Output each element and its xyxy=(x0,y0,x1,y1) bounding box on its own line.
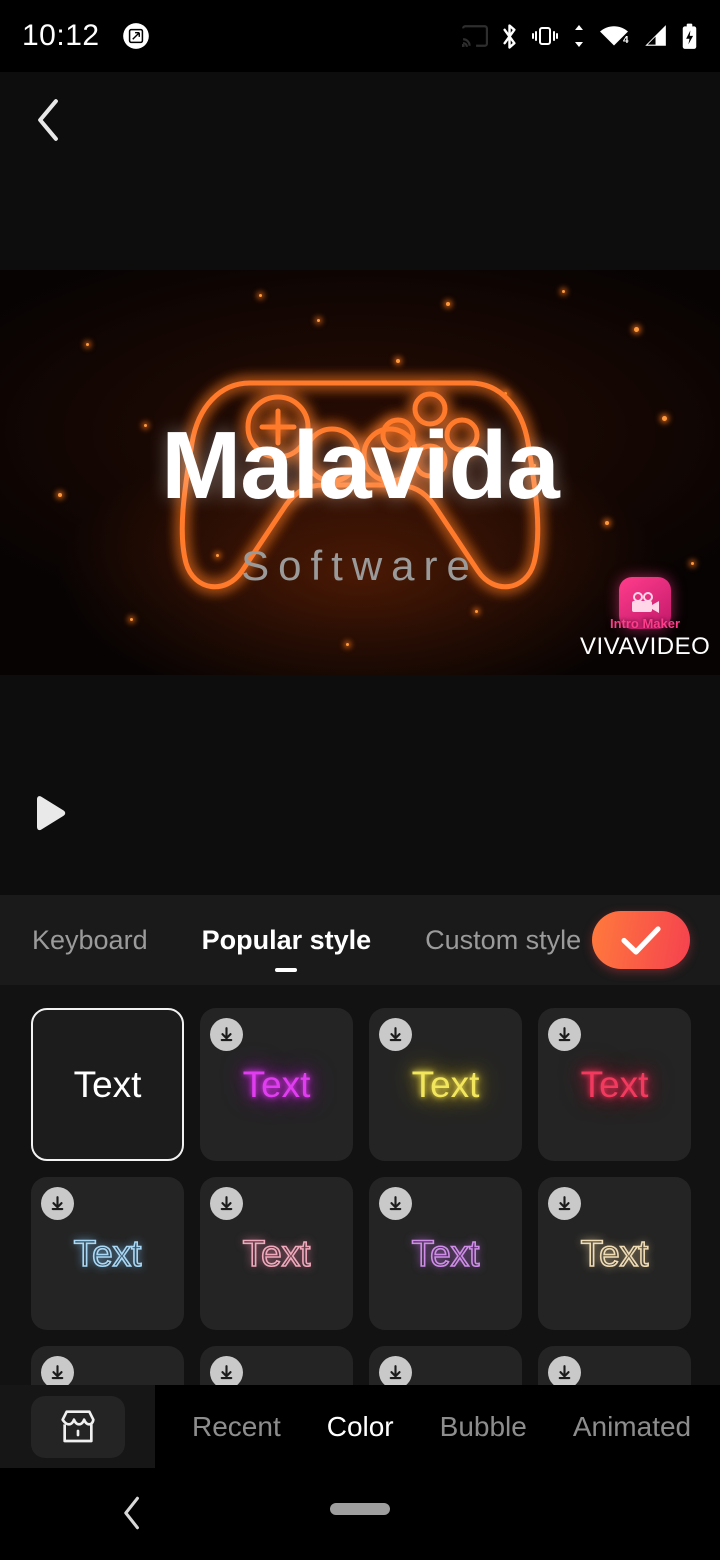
download-icon xyxy=(389,1365,402,1380)
style-tile[interactable]: Text xyxy=(369,1008,522,1161)
download-icon xyxy=(558,1365,571,1380)
app-header xyxy=(0,72,720,270)
watermark: Intro Maker VIVAVIDEO xyxy=(580,577,710,661)
download-badge[interactable] xyxy=(210,1187,243,1220)
play-icon xyxy=(37,796,66,831)
style-tile[interactable]: Text xyxy=(31,1008,184,1161)
chevron-left-icon xyxy=(38,99,58,141)
tab-custom-style[interactable]: Custom style xyxy=(425,925,581,956)
home-gesture-pill[interactable] xyxy=(330,1503,390,1515)
download-icon xyxy=(558,1196,571,1211)
download-badge[interactable] xyxy=(379,1018,412,1051)
style-tile-label: Text xyxy=(242,1064,311,1105)
tab-popular-style[interactable]: Popular style xyxy=(202,925,372,956)
status-bar: 10:12 4 xyxy=(0,0,720,72)
nav-back-button[interactable] xyxy=(122,1496,158,1532)
style-tile[interactable]: Text xyxy=(538,1008,691,1161)
style-tile[interactable]: Text xyxy=(200,1008,353,1161)
signal-icon xyxy=(645,25,666,46)
tab-keyboard[interactable]: Keyboard xyxy=(32,925,148,956)
back-button[interactable] xyxy=(18,90,78,150)
style-tile[interactable] xyxy=(538,1346,691,1385)
video-preview[interactable]: Malavida Software Tap to add text... In xyxy=(0,270,720,675)
download-icon xyxy=(51,1365,64,1380)
download-icon xyxy=(220,1196,233,1211)
style-tile[interactable]: Text xyxy=(200,1177,353,1330)
style-tile[interactable]: Text xyxy=(31,1177,184,1330)
download-icon xyxy=(558,1027,571,1042)
download-badge[interactable] xyxy=(41,1356,74,1385)
style-row: Text Text Text Text xyxy=(31,1008,720,1161)
download-badge[interactable] xyxy=(210,1018,243,1051)
download-badge[interactable] xyxy=(41,1187,74,1220)
style-row: Text Text Text Text xyxy=(31,1177,720,1330)
download-badge[interactable] xyxy=(379,1187,412,1220)
style-tile[interactable]: Text xyxy=(369,1177,522,1330)
player-controls xyxy=(0,675,720,895)
style-tile-label: Text xyxy=(580,1233,649,1274)
status-bar-icons: 4 xyxy=(462,23,698,50)
style-tile-label: Text xyxy=(242,1233,311,1274)
cast-icon xyxy=(462,25,488,47)
store-icon xyxy=(60,1409,95,1442)
battery-charging-icon xyxy=(682,23,697,49)
screenshot-indicator-icon xyxy=(122,23,149,49)
style-tile-label: Text xyxy=(411,1233,480,1274)
style-tile-label: Text xyxy=(411,1064,480,1105)
download-badge[interactable] xyxy=(548,1018,581,1051)
style-tile[interactable] xyxy=(200,1346,353,1385)
store-button[interactable] xyxy=(30,1395,125,1458)
category-list: Recent Color Bubble Animated SN xyxy=(155,1411,720,1443)
preview-subtitle: Software xyxy=(241,542,479,589)
category-color[interactable]: Color xyxy=(304,1411,417,1443)
check-icon xyxy=(621,926,661,955)
play-button[interactable] xyxy=(28,793,72,837)
wifi-icon: 4 xyxy=(600,26,629,46)
svg-text:4: 4 xyxy=(623,35,629,46)
style-tile-label: Text xyxy=(580,1064,649,1105)
store-button-container xyxy=(0,1385,155,1468)
style-tile[interactable] xyxy=(31,1346,184,1385)
watermark-brand: VIVAVIDEO xyxy=(580,633,711,660)
style-tile-label: Text xyxy=(73,1233,142,1274)
style-tab-bar: Keyboard Popular style Custom style xyxy=(0,895,720,985)
download-badge[interactable] xyxy=(548,1187,581,1220)
chevron-left-icon xyxy=(124,1496,139,1530)
category-bar: Recent Color Bubble Animated SN xyxy=(0,1385,720,1468)
category-bubble[interactable]: Bubble xyxy=(417,1411,550,1443)
style-tile[interactable]: Text xyxy=(538,1177,691,1330)
download-badge[interactable] xyxy=(548,1356,581,1385)
download-icon xyxy=(220,1365,233,1380)
data-transfer-icon xyxy=(575,25,583,47)
category-sn[interactable]: SN xyxy=(714,1411,720,1443)
download-icon xyxy=(220,1027,233,1042)
confirm-button[interactable] xyxy=(592,911,690,969)
category-animated[interactable]: Animated xyxy=(550,1411,714,1443)
category-recent[interactable]: Recent xyxy=(169,1411,304,1443)
style-row xyxy=(31,1346,720,1385)
download-icon xyxy=(389,1196,402,1211)
download-icon xyxy=(389,1027,402,1042)
bluetooth-icon xyxy=(503,23,516,49)
style-tile[interactable] xyxy=(369,1346,522,1385)
status-bar-notifications xyxy=(122,22,150,50)
download-badge[interactable] xyxy=(210,1356,243,1385)
download-badge[interactable] xyxy=(379,1356,412,1385)
status-bar-time: 10:12 xyxy=(22,19,100,52)
watermark-app-name: Intro Maker xyxy=(609,616,681,631)
style-tile-label: Text xyxy=(73,1064,142,1105)
download-icon xyxy=(51,1196,64,1211)
text-style-grid[interactable]: Text Text Text Text Text Text Text Text xyxy=(0,985,720,1385)
vibrate-icon xyxy=(532,27,558,45)
video-camera-icon xyxy=(632,592,659,613)
preview-title: Malavida xyxy=(161,412,560,519)
